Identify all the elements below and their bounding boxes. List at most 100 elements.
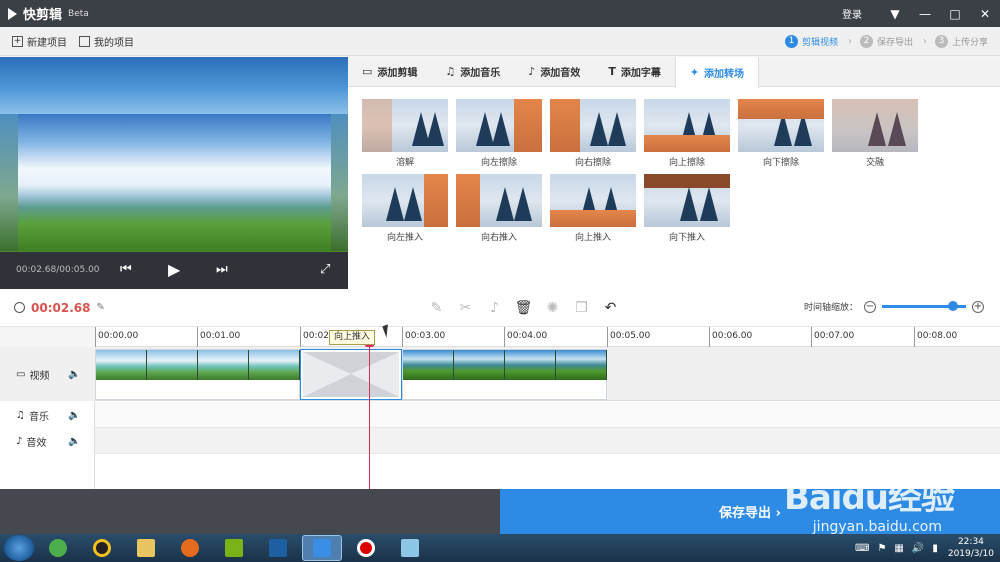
play-icon[interactable]: ▶ [168, 260, 180, 279]
transition-tile[interactable]: 向右擦除 [550, 99, 636, 168]
beta-badge: Beta [68, 8, 89, 19]
settings-icon[interactable]: ✺ [538, 300, 567, 316]
transition-tile[interactable]: 向下推入 [644, 174, 730, 243]
transition-block[interactable] [300, 349, 402, 400]
battery-icon[interactable]: ▮ [932, 543, 938, 554]
bell-icon[interactable]: ♪ [480, 300, 509, 316]
asset-tabs: ▭ 添加剪辑 ♫ 添加音乐 ♪ 添加音效 T 添加字幕 ✦ 添加转场 [348, 57, 1000, 88]
video-icon: ▭ [362, 65, 373, 78]
taskbar-tool-icon[interactable] [390, 535, 430, 561]
system-tray: ⌨ ⚑ ▦ 🔊 ▮ 22:34 2019/3/10 [847, 536, 994, 560]
ruler-tick: 00:04.00 [504, 327, 547, 347]
clock-date: 2019/3/10 [947, 549, 994, 559]
delete-icon[interactable]: 🗑 [509, 300, 538, 316]
transition-label: 向右推入 [480, 233, 517, 243]
step-edit[interactable]: 1 剪辑视频 [784, 34, 838, 48]
fullscreen-icon[interactable]: ⤢ [320, 262, 330, 277]
taskbar-record-icon[interactable] [346, 535, 386, 561]
transition-icon: ✦ [689, 66, 700, 79]
transition-tile[interactable]: 交融 [832, 99, 918, 168]
video-track-label: ▭ 视频 🔈 [0, 347, 95, 401]
step-export[interactable]: 2 保存导出 [859, 34, 913, 48]
volume-icon[interactable]: 🔈 [68, 436, 80, 447]
timeline-header: 00:02.68 ✎ ✎ ✂ ♪ 🗑 ✺ ❐ ↶ 时间轴缩放： − + [0, 289, 1000, 327]
my-projects-button[interactable]: 我的项目 [79, 34, 134, 49]
keyboard-icon[interactable]: ⌨ [855, 543, 869, 554]
transition-tile[interactable]: 向左推入 [362, 174, 448, 243]
system-clock[interactable]: 22:34 2019/3/10 [948, 536, 994, 560]
text-icon: T [608, 65, 616, 78]
video-clip[interactable] [95, 349, 300, 400]
video-clip[interactable] [402, 349, 607, 400]
tab-label: 添加音效 [540, 68, 581, 79]
transition-tile[interactable]: 向左擦除 [456, 99, 542, 168]
taskbar-app-icon[interactable] [214, 535, 254, 561]
minimize-icon[interactable]: — [910, 0, 940, 27]
taskbar-video-icon[interactable] [258, 535, 298, 561]
step-number: 3 [934, 34, 948, 48]
music-track-label: ♫ 音乐 🔈 [0, 402, 95, 428]
transition-tooltip: 向上推入 [329, 330, 376, 345]
timeline-tracks [95, 347, 1000, 489]
ruler-tick: 00:01.00 [197, 327, 240, 347]
transition-tile[interactable]: 向右推入 [456, 174, 542, 243]
maximize-icon[interactable]: □ [940, 0, 970, 27]
flag-icon[interactable]: ⚑ [877, 543, 886, 554]
close-icon[interactable]: ✕ [970, 0, 1000, 27]
zoom-slider[interactable] [882, 301, 966, 311]
scissors-icon[interactable]: ✂ [451, 300, 480, 316]
transition-thumbnail [550, 174, 636, 227]
transition-tile[interactable]: 溶解 [362, 99, 448, 168]
skip-forward-icon[interactable]: ⏭ [216, 262, 228, 277]
volume-icon[interactable]: 🔈 [68, 369, 80, 380]
tab-label: 添加转场 [704, 69, 745, 80]
zoom-out-icon[interactable]: − [864, 300, 876, 313]
timeline-ruler[interactable]: 00:00.00 00:01.00 00:02.00 00:03.00 00:0… [95, 327, 1000, 347]
edit-time-icon[interactable]: ✎ [96, 302, 104, 313]
taskbar-kuaijianji-icon[interactable] [302, 535, 342, 561]
ruler-tick: 00:08.00 [914, 327, 957, 347]
zoom-in-icon[interactable]: + [972, 300, 984, 313]
taskbar-firefox-icon[interactable] [170, 535, 210, 561]
transition-tile[interactable]: 向上擦除 [644, 99, 730, 168]
transition-label: 向下推入 [668, 233, 705, 243]
tab-add-transition[interactable]: ✦ 添加转场 [674, 57, 760, 88]
current-time: 00:02.68 ✎ [14, 301, 105, 315]
taskbar-qq-icon[interactable] [82, 535, 122, 561]
track-name: 视频 [29, 370, 50, 382]
transition-tile[interactable]: 向下擦除 [738, 99, 824, 168]
menu-icon[interactable]: ▼ [880, 0, 910, 27]
taskbar-360-icon[interactable] [38, 535, 78, 561]
logo-icon [8, 7, 17, 20]
tab-add-sfx[interactable]: ♪ 添加音效 [514, 57, 594, 86]
step-share[interactable]: 3 上传分享 [934, 34, 988, 48]
music-track[interactable] [95, 402, 1000, 428]
network-icon[interactable]: ▦ [894, 543, 903, 554]
sfx-track[interactable] [95, 428, 1000, 454]
tab-add-clip[interactable]: ▭ 添加剪辑 [348, 57, 431, 86]
tab-add-music[interactable]: ♫ 添加音乐 [431, 57, 514, 86]
login-link[interactable]: 登录 [842, 6, 862, 21]
start-button-icon[interactable] [4, 535, 34, 561]
track-name: 音乐 [28, 411, 49, 423]
track-labels: ▭ 视频 🔈 ♫ 音乐 🔈 ♪ 音效 🔈 [0, 347, 95, 489]
volume-icon[interactable]: 🔈 [68, 410, 80, 421]
pencil-icon[interactable]: ✎ [422, 300, 451, 316]
playhead[interactable] [369, 336, 370, 489]
step-number: 2 [859, 34, 873, 48]
tab-label: 添加剪辑 [377, 68, 418, 79]
transition-thumbnail [362, 99, 448, 152]
skip-back-icon[interactable]: ⏮ [120, 262, 132, 277]
ruler-tick: 00:00.00 [95, 327, 138, 347]
transition-label: 向左擦除 [480, 158, 517, 168]
speaker-icon[interactable]: 🔊 [912, 543, 924, 554]
tab-add-subtitle[interactable]: T 添加字幕 [594, 57, 675, 86]
new-project-button[interactable]: + 新建项目 [12, 34, 67, 49]
zoom-slider-knob[interactable] [948, 301, 959, 311]
transition-tile[interactable]: 向上推入 [550, 174, 636, 243]
undo-icon[interactable]: ↶ [596, 300, 625, 316]
transition-label: 向下擦除 [762, 158, 799, 168]
copy-icon[interactable]: ❐ [567, 300, 596, 316]
ruler-tick: 00:07.00 [811, 327, 854, 347]
taskbar-explorer-icon[interactable] [126, 535, 166, 561]
